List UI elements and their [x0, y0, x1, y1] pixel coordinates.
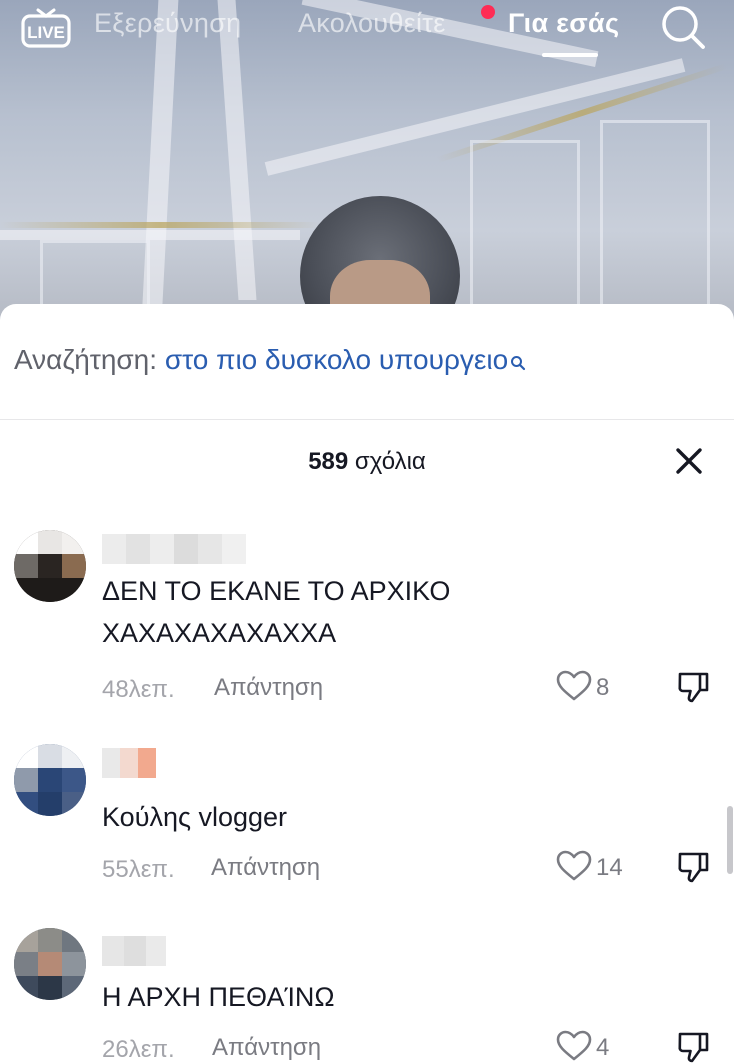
live-label: LIVE: [27, 23, 65, 42]
scrollbar[interactable]: [727, 806, 733, 874]
close-icon[interactable]: [674, 446, 704, 476]
avatar[interactable]: [14, 928, 86, 1000]
username-blurred[interactable]: [102, 534, 246, 564]
active-tab-indicator: [542, 53, 598, 57]
like-count: 4: [596, 1034, 610, 1061]
comment-item: ΔΕΝ ΤΟ ΕΚΑΝΕ ΤΟ ΑΡΧΙΚΟ ΧΑΧΑΧΑΧΑΧΑΧΧΑ 48λ…: [0, 516, 734, 716]
top-navigation: LIVE Εξερεύνηση Ακολουθείτε Για εσάς: [0, 0, 734, 60]
comment-item: Κούλης vlogger 55λεπ. Απάντηση 14: [0, 742, 734, 892]
comment-count: 589 σχόλια: [0, 448, 734, 476]
search-suggestion-prefix: Αναζήτηση:: [14, 344, 158, 375]
reply-button[interactable]: Απάντηση: [212, 1034, 321, 1062]
comment-item: Η ΑΡΧΗ ΠΕΘΑΊΝΩ 26λεπ. Απάντηση 4: [0, 926, 734, 1064]
heart-icon[interactable]: [556, 850, 592, 882]
username-blurred[interactable]: [102, 748, 156, 778]
like-count: 14: [596, 854, 623, 881]
thumbs-down-icon[interactable]: [676, 670, 710, 704]
search-icon[interactable]: [660, 4, 706, 50]
comment-text-line: ΔΕΝ ΤΟ ΕΚΑΝΕ ΤΟ ΑΡΧΙΚΟ: [102, 576, 451, 606]
comment-count-number: 589: [308, 448, 349, 475]
divider: [0, 419, 734, 420]
comment-text-line: ΧΑΧΑΧΑΧΑΧΑΧΧΑ: [102, 618, 337, 648]
live-tv-icon[interactable]: LIVE: [20, 2, 72, 48]
tab-for-you[interactable]: Για εσάς: [508, 8, 619, 39]
comment-text: ΔΕΝ ΤΟ ΕΚΑΝΕ ΤΟ ΑΡΧΙΚΟ ΧΑΧΑΧΑΧΑΧΑΧΧΑ: [102, 570, 450, 654]
notification-dot: [481, 5, 495, 19]
tab-following[interactable]: Ακολουθείτε: [298, 8, 446, 39]
comment-count-label: σχόλια: [354, 448, 426, 475]
reply-button[interactable]: Απάντηση: [211, 854, 320, 882]
thumbs-down-icon[interactable]: [676, 1030, 710, 1064]
search-suggestion-term[interactable]: στο πιο δυσκολο υπουργειο: [165, 344, 508, 375]
heart-icon[interactable]: [556, 670, 592, 702]
search-icon: [510, 346, 526, 371]
tab-explore[interactable]: Εξερεύνηση: [94, 8, 242, 39]
comment-text: Η ΑΡΧΗ ΠΕΘΑΊΝΩ: [102, 982, 335, 1012]
comment-time: 26λεπ.: [102, 1036, 175, 1063]
comment-time: 48λεπ.: [102, 676, 175, 703]
heart-icon[interactable]: [556, 1030, 592, 1062]
thumbs-down-icon[interactable]: [676, 850, 710, 884]
like-count: 8: [596, 674, 610, 701]
reply-button[interactable]: Απάντηση: [214, 674, 323, 702]
search-suggestion[interactable]: Αναζήτηση: στο πιο δυσκολο υπουργειο: [14, 344, 526, 376]
comments-sheet: Αναζήτηση: στο πιο δυσκολο υπουργειο 589…: [0, 304, 734, 1064]
comment-time: 55λεπ.: [102, 856, 175, 883]
username-blurred[interactable]: [102, 936, 166, 966]
avatar[interactable]: [14, 744, 86, 816]
avatar[interactable]: [14, 530, 86, 602]
comment-text: Κούλης vlogger: [102, 802, 288, 832]
